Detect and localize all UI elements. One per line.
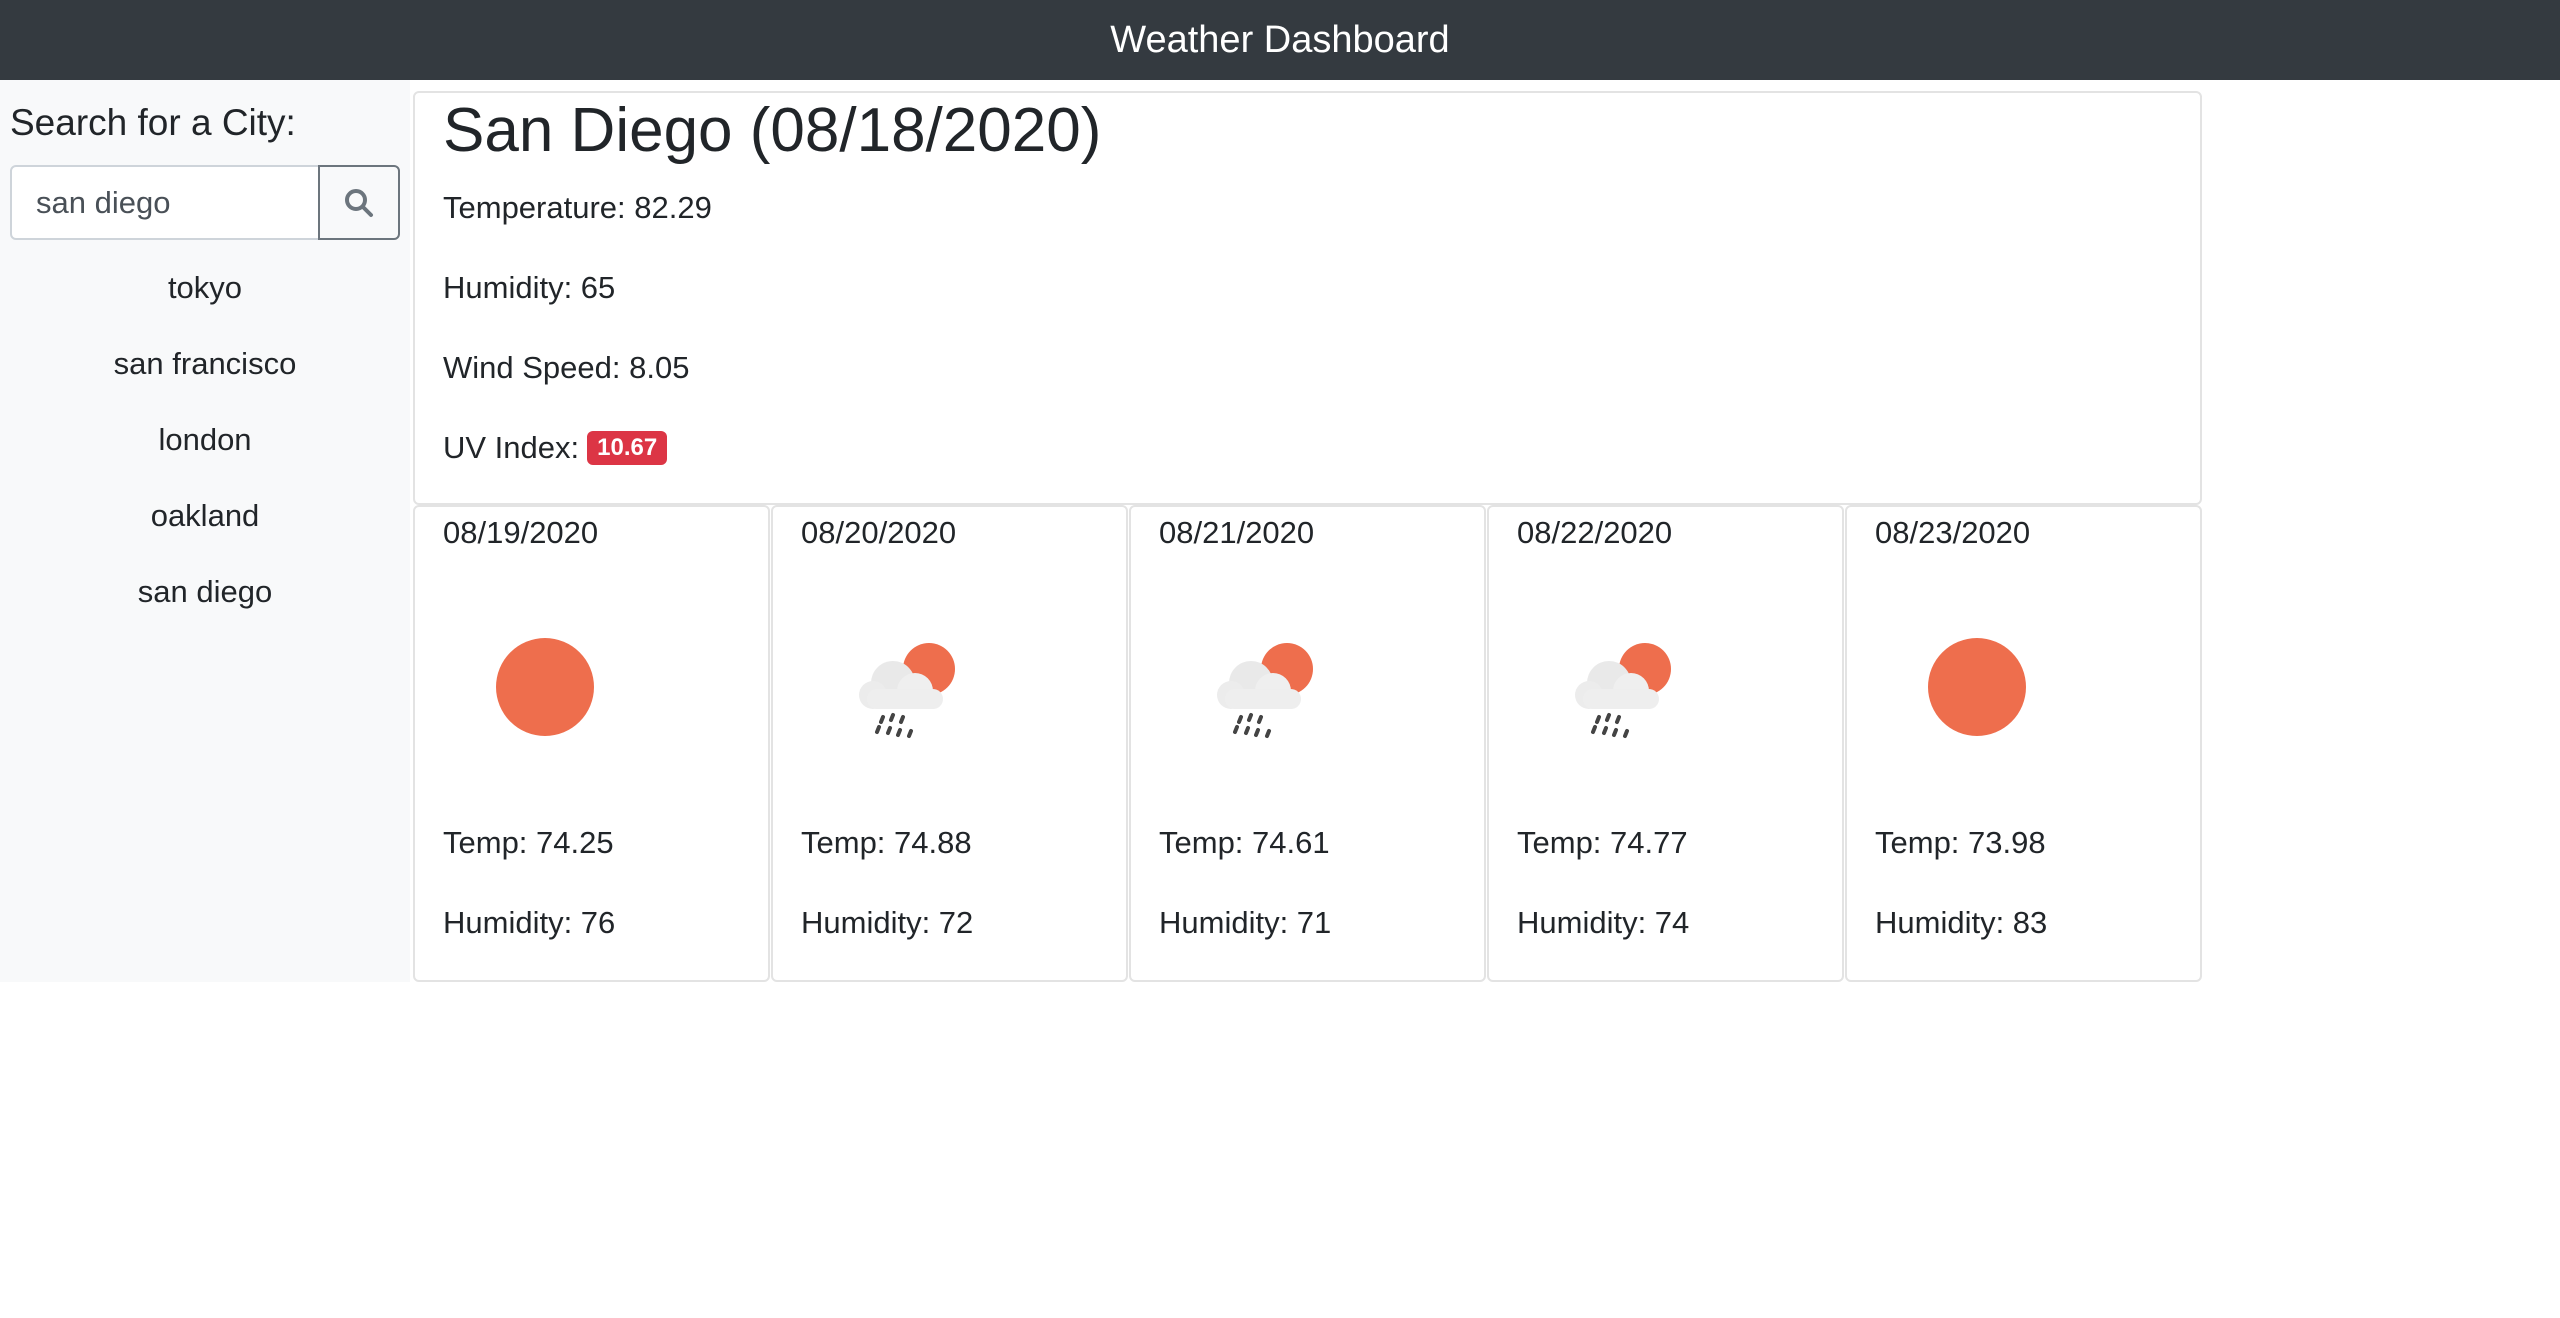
current-humidity: Humidity: 65 (443, 270, 616, 305)
forecast-card: 08/21/2020 Temp: 74.61 Humidity: 71 (1129, 505, 1486, 982)
forecast-card: 08/19/2020 Temp: 74.25 Humidity: 76 (413, 505, 770, 982)
forecast-temp: Temp: 74.25 (443, 825, 614, 860)
current-temperature: Temperature: 82.29 (443, 190, 712, 225)
forecast-temp: Temp: 74.88 (801, 825, 972, 860)
forecast-card: 08/20/2020 Temp: 74.88 Humidity: 72 (771, 505, 1128, 982)
forecast-date: 08/22/2020 (1517, 515, 1673, 550)
rain-cloud-sun-icon (1559, 627, 1679, 747)
forecast-humidity: Humidity: 83 (1875, 905, 2048, 940)
sun-icon (1917, 627, 2037, 747)
forecast-humidity: Humidity: 74 (1517, 905, 1690, 940)
current-weather-card: San Diego (08/18/2020) Temperature: 82.2… (413, 91, 2202, 505)
forecast-card: 08/22/2020 Temp: 74.77 Humidity: 74 (1487, 505, 1844, 982)
forecast-date: 08/21/2020 (1159, 515, 1315, 550)
forecast-temp: Temp: 74.61 (1159, 825, 1330, 860)
forecast-temp: Temp: 74.77 (1517, 825, 1688, 860)
rain-cloud-sun-icon (843, 627, 963, 747)
history-item-san-diego[interactable]: san diego (0, 554, 410, 630)
current-uv-index: UV Index: 10.67 (443, 430, 668, 466)
current-city-title: San Diego (08/18/2020) (443, 96, 1102, 165)
history-item-tokyo[interactable]: tokyo (0, 250, 410, 326)
uv-index-badge: 10.67 (587, 431, 668, 465)
forecast-humidity: Humidity: 72 (801, 905, 974, 940)
history-item-san-francisco[interactable]: san francisco (0, 326, 410, 402)
forecast-temp: Temp: 73.98 (1875, 825, 2046, 860)
history-item-oakland[interactable]: oakland (0, 478, 410, 554)
forecast-date: 08/20/2020 (801, 515, 957, 550)
sidebar: Search for a City: tokyo san francisco l… (0, 80, 410, 982)
navbar: Weather Dashboard (0, 0, 2560, 80)
forecast-humidity: Humidity: 71 (1159, 905, 1332, 940)
search-history-list: tokyo san francisco london oakland san d… (0, 250, 410, 630)
forecast-date: 08/23/2020 (1875, 515, 2031, 550)
rain-cloud-sun-icon (1201, 627, 1321, 747)
search-button[interactable] (318, 165, 400, 240)
history-item-london[interactable]: london (0, 402, 410, 478)
sun-icon (485, 627, 605, 747)
current-wind-speed: Wind Speed: 8.05 (443, 350, 690, 385)
app-title: Weather Dashboard (1110, 18, 1450, 61)
uv-index-label: UV Index: (443, 430, 580, 465)
search-icon (345, 188, 373, 217)
search-label: Search for a City: (10, 102, 296, 143)
forecast-humidity: Humidity: 76 (443, 905, 616, 940)
forecast-date: 08/19/2020 (443, 515, 599, 550)
city-search-input[interactable] (10, 165, 320, 240)
forecast-card: 08/23/2020 Temp: 73.98 Humidity: 83 (1845, 505, 2202, 982)
